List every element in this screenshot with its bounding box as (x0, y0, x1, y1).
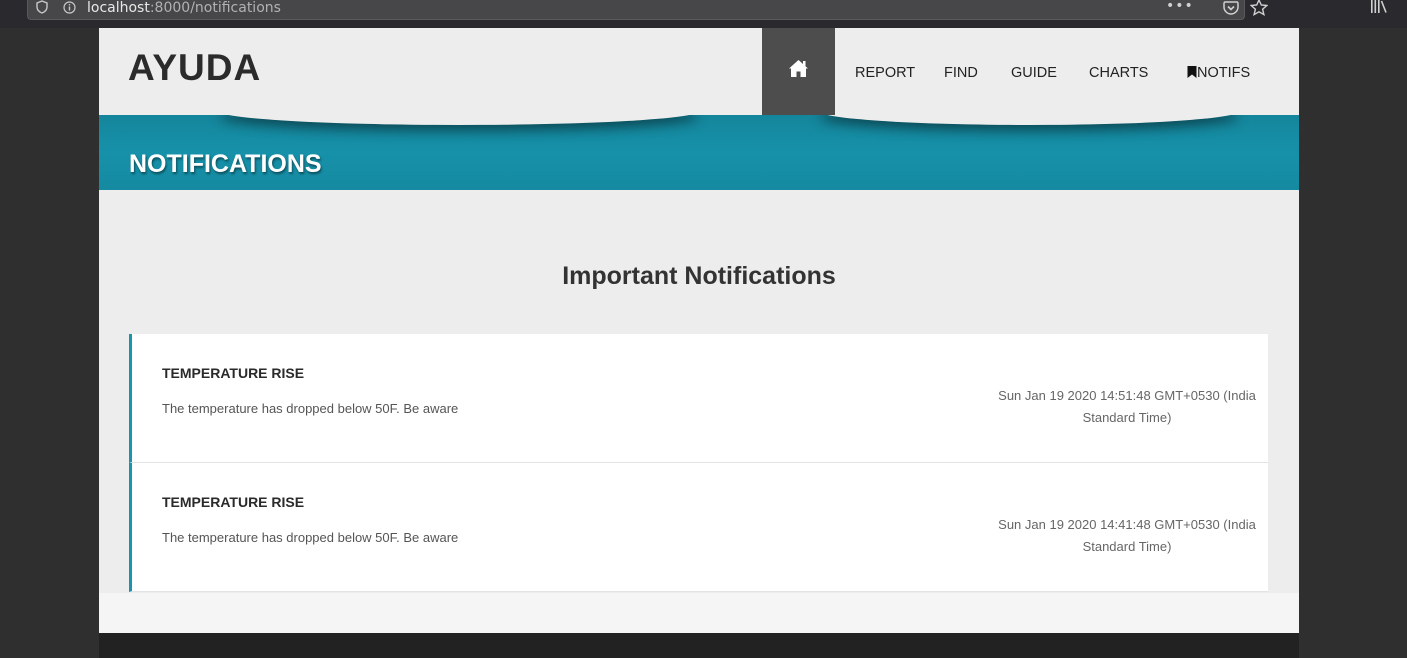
pocket-icon[interactable] (1223, 1, 1239, 15)
nav-report[interactable]: REPORT (855, 65, 915, 81)
notification-message: The temperature has dropped below 50F. B… (162, 401, 459, 416)
notification-card[interactable]: TEMPERATURE RISE The temperature has dro… (129, 463, 1268, 592)
home-icon (789, 60, 808, 77)
notification-list: TEMPERATURE RISE The temperature has dro… (129, 334, 1268, 592)
notification-title: TEMPERATURE RISE (162, 494, 305, 510)
notification-timestamp: Sun Jan 19 2020 14:41:48 GMT+0530 (India… (992, 514, 1262, 558)
url-bar[interactable]: localhost:8000/notifications ••• (27, 0, 1268, 20)
info-icon[interactable] (63, 1, 76, 14)
url-path: :8000/notifications (149, 0, 281, 16)
star-icon[interactable] (1250, 0, 1268, 16)
site-logo[interactable]: AYUDA (128, 48, 261, 88)
banner-shadow-right (819, 115, 1239, 125)
url-text[interactable]: localhost:8000/notifications (87, 0, 281, 16)
nav-charts[interactable]: CHARTS (1089, 65, 1148, 81)
section-heading: Important Notifications (562, 262, 836, 290)
page-banner: NOTIFICATIONS (99, 115, 1299, 190)
site-header: AYUDA REPORT FIND GUIDE CHARTS NOTIFS (99, 28, 1299, 115)
nav-find[interactable]: FIND (944, 65, 978, 81)
url-host: localhost (87, 0, 150, 16)
notification-card[interactable]: TEMPERATURE RISE The temperature has dro… (129, 334, 1268, 463)
nav-notifs[interactable]: NOTIFS (1187, 65, 1250, 81)
banner-shadow-left (219, 115, 699, 125)
timestamp-line-2: Standard Time) (1082, 410, 1172, 425)
site-footer (99, 633, 1299, 658)
notification-timestamp: Sun Jan 19 2020 14:51:48 GMT+0530 (India… (992, 385, 1262, 429)
shield-icon[interactable] (36, 0, 48, 14)
browser-toolbar: localhost:8000/notifications ••• (0, 0, 1407, 28)
page-title: NOTIFICATIONS (129, 150, 322, 178)
content-bottom-strip (99, 593, 1299, 633)
timestamp-line-1: Sun Jan 19 2020 14:41:48 GMT+0530 (India (998, 517, 1256, 532)
timestamp-line-2: Standard Time) (1082, 539, 1172, 554)
nav-notifs-label: NOTIFS (1197, 65, 1251, 81)
page-container: AYUDA REPORT FIND GUIDE CHARTS NOTIFS NO… (99, 28, 1299, 658)
nav-home-button[interactable] (762, 28, 835, 115)
library-icon[interactable] (1370, 0, 1388, 14)
nav-guide[interactable]: GUIDE (1011, 65, 1057, 81)
page-actions-menu-icon[interactable]: ••• (1166, 0, 1194, 13)
bookmark-icon (1187, 66, 1197, 78)
notification-message: The temperature has dropped below 50F. B… (162, 530, 459, 545)
timestamp-line-1: Sun Jan 19 2020 14:51:48 GMT+0530 (India (998, 388, 1256, 403)
notification-title: TEMPERATURE RISE (162, 365, 305, 381)
